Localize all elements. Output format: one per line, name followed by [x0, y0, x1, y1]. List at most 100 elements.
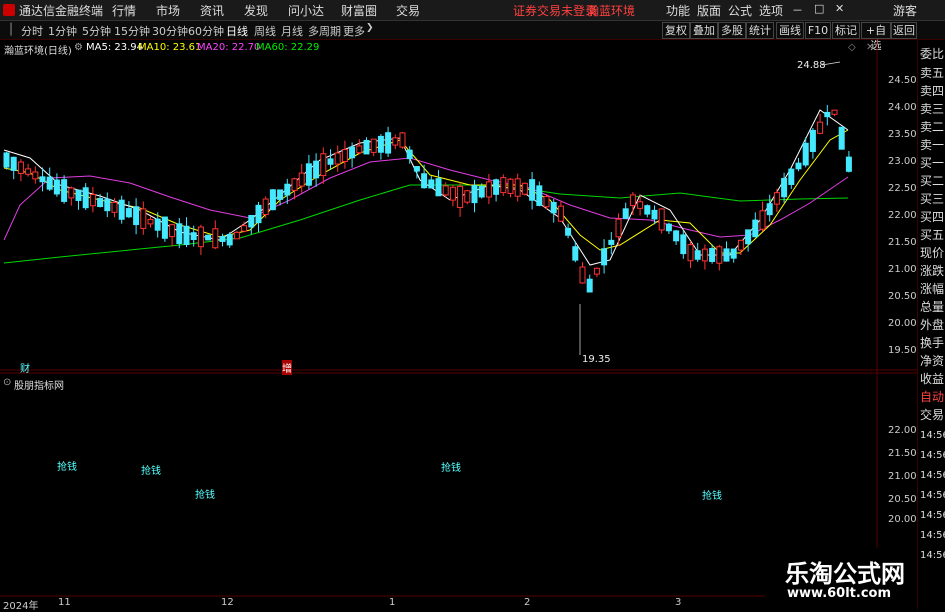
minimize-icon[interactable]: － [792, 2, 803, 18]
rp-item[interactable]: 卖五 [920, 64, 944, 81]
candle-body [269, 189, 276, 211]
rp-item[interactable]: 买四 [920, 208, 944, 225]
menu-ask[interactable]: 问小达 [288, 2, 324, 19]
candle-body [737, 239, 744, 251]
candle-body [104, 198, 111, 212]
price-tick: 19.50 [888, 345, 917, 356]
rp-auto[interactable]: 自动 [920, 388, 944, 405]
rp-item[interactable]: 外盘 [920, 316, 944, 333]
tool-mark[interactable]: 标记 [832, 22, 860, 39]
menu-layout[interactable]: 版面 [697, 2, 721, 19]
candle-body [75, 189, 82, 201]
menu-quotes[interactable]: 行情 [112, 2, 136, 19]
rp-item[interactable]: 换手 [920, 334, 944, 351]
menu-discover[interactable]: 发现 [244, 2, 268, 19]
period-weekly[interactable]: 周线 [254, 23, 276, 39]
period-60min[interactable]: 60分钟 [188, 23, 224, 39]
rp-item[interactable]: 总量 [920, 298, 944, 315]
candle-body [831, 109, 838, 115]
tool-overlay[interactable]: 叠加 [690, 22, 718, 39]
menu-wealth[interactable]: 财富圈 [341, 2, 377, 19]
menu-formula[interactable]: 公式 [728, 2, 752, 19]
rp-item[interactable]: 卖二 [920, 118, 944, 135]
candle-body [97, 198, 104, 208]
period-30min[interactable]: 30分钟 [152, 23, 188, 39]
rp-item[interactable]: 买五 [920, 226, 944, 243]
rp-item[interactable]: 买三 [920, 190, 944, 207]
menu-function[interactable]: 功能 [666, 2, 690, 19]
rp-item[interactable]: 买二 [920, 172, 944, 189]
period-intraday[interactable]: 分时 [21, 23, 43, 39]
period-more[interactable]: 更多 [343, 23, 365, 39]
candle-body [745, 229, 752, 245]
rp-item[interactable]: 卖三 [920, 100, 944, 117]
candle-body [521, 182, 528, 195]
tool-f10[interactable]: F10 [805, 22, 831, 39]
candle-body [449, 186, 456, 201]
period-multi[interactable]: 多周期 [308, 23, 341, 39]
rp-item[interactable]: 涨幅 [920, 280, 944, 297]
candle-body [435, 178, 442, 197]
rp-time: 14:56 [920, 450, 945, 461]
candle-body [500, 177, 507, 194]
rp-item[interactable]: 涨跌 [920, 262, 944, 279]
candle-body [32, 171, 39, 180]
tool-back[interactable]: 返回 [891, 22, 917, 39]
candle-body [68, 187, 75, 199]
rp-trade[interactable]: 交易 [920, 406, 944, 423]
date-tick: 2024年 [3, 601, 39, 612]
period-15min[interactable]: 15分钟 [114, 23, 150, 39]
indicator-toggle-icon[interactable]: ⊙ [3, 377, 11, 388]
indicator-tick: 20.50 [888, 494, 917, 505]
event-mark-finance[interactable]: 财 [20, 360, 30, 375]
candle-body [219, 236, 226, 242]
candle-body [629, 194, 636, 207]
period-5min[interactable]: 5分钟 [82, 23, 111, 39]
tool-fuquan[interactable]: 复权 [662, 22, 690, 39]
more-chevron-icon[interactable]: ❯ [366, 23, 374, 33]
tool-draw[interactable]: 画线 [776, 22, 804, 39]
rp-item[interactable]: 买一 [920, 154, 944, 171]
rp-item[interactable]: 现价 [920, 244, 944, 261]
rp-item[interactable]: 净资 [920, 352, 944, 369]
candle-body [111, 201, 118, 213]
candle-body [377, 135, 384, 153]
maximize-icon[interactable]: □ [814, 2, 824, 15]
candle-body [557, 205, 564, 222]
candle-body [183, 225, 190, 246]
period-1min[interactable]: 1分钟 [48, 23, 77, 39]
chart-svg[interactable]: 24.88 19.35 [0, 40, 917, 597]
candle-body [89, 194, 96, 207]
menu-options[interactable]: 选项 [759, 2, 783, 19]
candle-body [233, 231, 240, 240]
rp-item[interactable]: 收益 [920, 370, 944, 387]
candle-body [773, 192, 780, 205]
period-daily[interactable]: 日线 [226, 23, 248, 39]
menu-trade[interactable]: 交易 [396, 2, 420, 19]
user-guest[interactable]: 游客 [893, 2, 917, 19]
login-warning[interactable]: 证券交易未登录 [513, 2, 597, 19]
rp-item[interactable]: 卖一 [920, 136, 944, 153]
nav-icon[interactable]: ▕ [3, 23, 11, 36]
app-logo-icon [3, 4, 15, 16]
tool-stats[interactable]: 统计 [746, 22, 774, 39]
event-mark-increase[interactable]: 增 [282, 360, 292, 375]
close-icon[interactable]: ✕ [835, 2, 844, 15]
candle-body [759, 210, 766, 230]
signal-label: 抢钱 [195, 490, 215, 501]
rp-item[interactable]: 委比 [920, 45, 944, 62]
candle-body [327, 158, 334, 165]
period-monthly[interactable]: 月线 [281, 23, 303, 39]
candle-body [838, 126, 845, 150]
tool-multi-stock[interactable]: 多股 [718, 22, 746, 39]
menu-market[interactable]: 市场 [156, 2, 180, 19]
tool-add-watch[interactable]: +自选 [861, 22, 891, 52]
menu-news[interactable]: 资讯 [200, 2, 224, 19]
rp-time: 14:56 [920, 510, 945, 521]
rp-time: 14:56 [920, 470, 945, 481]
rp-item[interactable]: 卖四 [920, 82, 944, 99]
date-tick: 12 [221, 597, 234, 608]
indicator-tick: 20.00 [888, 514, 917, 525]
candle-body [25, 168, 32, 175]
price-tick: 20.00 [888, 318, 917, 329]
